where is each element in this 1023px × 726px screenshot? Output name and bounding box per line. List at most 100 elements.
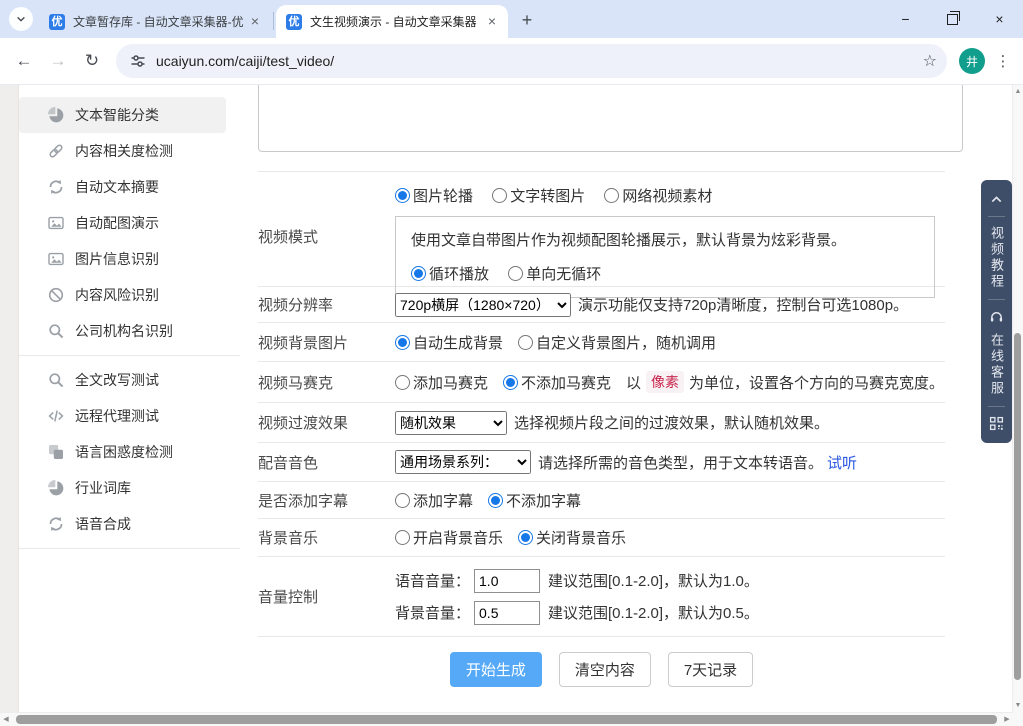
headset-icon[interactable] [989, 309, 1004, 324]
row-label: 配音音色 [258, 452, 395, 473]
video-mode-radio-group: 图片轮播 文字转图片 网络视频素材 [395, 185, 945, 207]
sidebar-item-label: 公司机构名识别 [75, 321, 173, 341]
voice-volume-label: 语音音量： [395, 570, 470, 591]
music-option[interactable]: 关闭背景音乐 [518, 527, 626, 548]
sidebar-item-auto-image-demo[interactable]: 自动配图演示 [19, 205, 226, 241]
sidebar-item-tts[interactable]: 语音合成 [19, 506, 226, 542]
video-mode-option[interactable]: 网络视频素材 [604, 185, 712, 206]
video-mode-radio[interactable] [492, 188, 507, 203]
chevron-down-icon [15, 13, 27, 25]
floating-side-panel: 视频教程 在线客服 [981, 180, 1012, 443]
back-button[interactable]: ← [8, 45, 40, 77]
browser-menu-icon[interactable]: ⋮ [991, 49, 1015, 73]
online-service-link[interactable]: 在线客服 [990, 333, 1003, 397]
new-tab-button[interactable]: + [514, 7, 540, 33]
sidebar-item-relevance-check[interactable]: 内容相关度检测 [19, 133, 226, 169]
background-radio[interactable] [518, 335, 533, 350]
clear-button[interactable]: 清空内容 [559, 652, 651, 687]
search-icon [48, 372, 64, 388]
sidebar-item-rewrite-test[interactable]: 全文改写测试 [19, 362, 226, 398]
transition-select[interactable]: 随机效果 [395, 411, 507, 435]
loop-mode-option[interactable]: 循环播放 [411, 263, 489, 284]
music-radio[interactable] [395, 530, 410, 545]
restore-button[interactable] [929, 0, 976, 38]
voice-tone-select[interactable]: 通用场景系列： [395, 450, 531, 474]
scroll-left-arrow[interactable]: ◀ [1, 714, 11, 725]
scroll-up-arrow[interactable]: ▲ [1013, 87, 1023, 97]
sidebar-item-remote-proxy[interactable]: 远程代理测试 [19, 398, 226, 434]
chevron-up-icon[interactable] [989, 192, 1004, 207]
records-button[interactable]: 7天记录 [668, 652, 753, 687]
mosaic-option[interactable]: 添加马赛克 [395, 372, 488, 393]
forward-button[interactable]: → [42, 45, 74, 77]
image-icon [48, 251, 64, 267]
video-mode-radio[interactable] [604, 188, 619, 203]
browser-toolbar: ← → ↻ ucaiyun.com/caiji/test_video/ ☆ 井 … [0, 38, 1023, 85]
sidebar-item-image-info[interactable]: 图片信息识别 [19, 241, 226, 277]
music-option[interactable]: 开启背景音乐 [395, 527, 503, 548]
subtitle-option[interactable]: 不添加字幕 [488, 490, 581, 511]
bookmark-star-icon[interactable]: ☆ [923, 51, 937, 71]
sidebar-item-content-risk[interactable]: 内容风险识别 [19, 277, 226, 313]
sidebar-item-text-classify[interactable]: 文本智能分类 [19, 97, 226, 133]
row-label: 音量控制 [258, 586, 395, 607]
qr-code-icon[interactable] [989, 416, 1004, 431]
loop-mode-radio[interactable] [508, 266, 523, 281]
music-volume-hint: 建议范围[0.1-2.0]，默认为0.5。 [548, 602, 759, 623]
row-label: 视频马赛克 [258, 372, 395, 393]
horizontal-scroll-thumb[interactable] [16, 715, 997, 724]
resolution-select[interactable]: 720p横屏（1280×720） [395, 293, 571, 317]
sidebar-item-perplexity[interactable]: 语言困惑度检测 [19, 434, 226, 470]
audition-link[interactable]: 试听 [827, 452, 857, 473]
tab-close-icon[interactable]: × [247, 14, 263, 30]
music-volume-input[interactable] [474, 601, 540, 625]
close-window-button[interactable]: × [976, 0, 1023, 38]
loop-mode-radio[interactable] [411, 266, 426, 281]
scroll-down-arrow[interactable]: ▼ [1013, 701, 1023, 711]
url-text[interactable]: ucaiyun.com/caiji/test_video/ [156, 53, 913, 69]
background-radio[interactable] [395, 335, 410, 350]
search-icon [48, 323, 64, 339]
address-bar[interactable]: ucaiyun.com/caiji/test_video/ ☆ [116, 44, 947, 78]
subtitle-radio[interactable] [488, 493, 503, 508]
mosaic-radio[interactable] [503, 375, 518, 390]
browser-tab-active[interactable]: 优 文生视频演示 - 自动文章采集器 × [276, 5, 508, 38]
sidebar-item-auto-summary[interactable]: 自动文本摘要 [19, 169, 226, 205]
reload-button[interactable]: ↻ [76, 45, 108, 77]
scroll-right-arrow[interactable]: ▶ [1002, 714, 1012, 725]
sidebar-item-org-name[interactable]: 公司机构名识别 [19, 313, 226, 349]
subtitle-option[interactable]: 添加字幕 [395, 490, 473, 511]
video-mode-option[interactable]: 文字转图片 [492, 185, 585, 206]
mosaic-option[interactable]: 不添加马赛克 [503, 372, 611, 393]
tab-close-icon[interactable]: × [484, 14, 500, 30]
subtitle-radio[interactable] [395, 493, 410, 508]
tab-search-button[interactable] [9, 7, 33, 31]
music-radio[interactable] [518, 530, 533, 545]
video-tutorial-link[interactable]: 视频教程 [990, 226, 1003, 290]
mosaic-radio[interactable] [395, 375, 410, 390]
row-volume: 音量控制 语音音量： 建议范围[0.1-2.0]，默认为1.0。 背景音量： 建… [258, 556, 945, 636]
background-option[interactable]: 自动生成背景 [395, 332, 503, 353]
vertical-scroll-thumb[interactable] [1014, 333, 1021, 680]
tab-title: 文章暂存库 - 自动文章采集器-优 [73, 13, 247, 30]
loop-mode-option[interactable]: 单向无循环 [508, 263, 601, 284]
profile-avatar[interactable]: 井 [959, 48, 985, 74]
browser-tab-inactive[interactable]: 优 文章暂存库 - 自动文章采集器-优 × [39, 5, 271, 38]
voice-volume-input[interactable] [474, 569, 540, 593]
vertical-scrollbar[interactable]: ▲ ▼ [1012, 85, 1023, 713]
site-settings-icon[interactable] [130, 53, 146, 69]
sidebar-item-industry-lexicon[interactable]: 行业词库 [19, 470, 226, 506]
row-label: 背景音乐 [258, 527, 395, 548]
sidebar-item-label: 自动文本摘要 [75, 177, 159, 197]
pie-chart-icon [48, 480, 64, 496]
mosaic-hint-suffix: 为单位，设置各个方向的马赛克宽度。 [689, 372, 944, 393]
video-mode-description: 使用文章自带图片作为视频配图轮播展示，默认背景为炫彩背景。 [411, 229, 919, 250]
generate-button[interactable]: 开始生成 [450, 652, 542, 687]
article-textarea[interactable] [258, 85, 963, 152]
minimize-button[interactable]: − [882, 0, 929, 38]
horizontal-scrollbar[interactable]: ◀ ▶ [0, 712, 1013, 726]
background-option[interactable]: 自定义背景图片，随机调用 [518, 332, 716, 353]
sidebar-item-label: 语言困惑度检测 [75, 442, 173, 462]
video-mode-radio[interactable] [395, 188, 410, 203]
video-mode-option[interactable]: 图片轮播 [395, 185, 473, 206]
